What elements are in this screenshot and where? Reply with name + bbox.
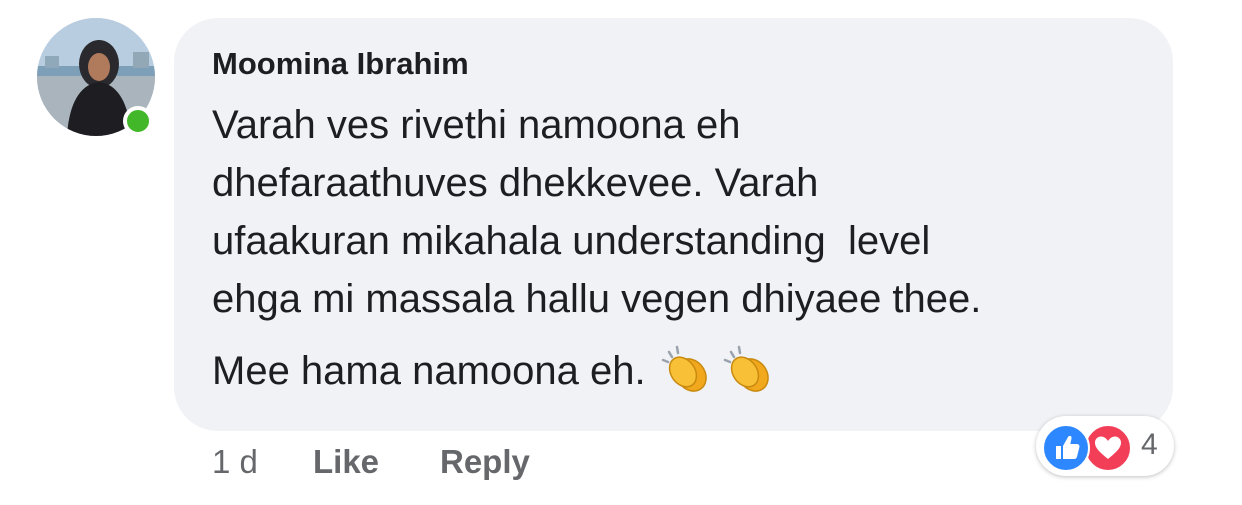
comment-line: ehga mi massala hallu vegen dhiyaee thee…	[212, 277, 982, 321]
reactions-summary[interactable]: 4	[1036, 416, 1174, 476]
clapping-hands-icon	[723, 344, 781, 410]
reaction-count: 4	[1141, 428, 1158, 461]
comment-body: Varah ves rivethi namoona eh dhefaraathu…	[212, 96, 1162, 410]
author-avatar[interactable]	[37, 18, 155, 136]
comment-timestamp[interactable]: 1 d	[212, 443, 258, 481]
love-reaction-icon	[1084, 424, 1132, 472]
comment-line: dhefaraathuves dhekkevee. Varah	[212, 161, 819, 205]
comment-paragraph: Varah ves rivethi namoona eh dhefaraathu…	[212, 96, 1162, 328]
like-reaction-icon	[1042, 424, 1090, 472]
clapping-hands-icon	[661, 344, 719, 410]
like-button[interactable]: Like	[313, 443, 379, 481]
comment-paragraph: Mee hama namoona eh.	[212, 342, 1162, 410]
comment-author-name[interactable]: Moomina Ibrahim	[212, 46, 469, 82]
reply-button[interactable]: Reply	[440, 443, 530, 481]
comment-line: ufaakuran mikahala understanding level	[212, 219, 931, 263]
comment-line: Mee hama namoona eh.	[212, 349, 646, 393]
comment-line: Varah ves rivethi namoona eh	[212, 103, 741, 147]
online-status-icon	[123, 106, 153, 136]
